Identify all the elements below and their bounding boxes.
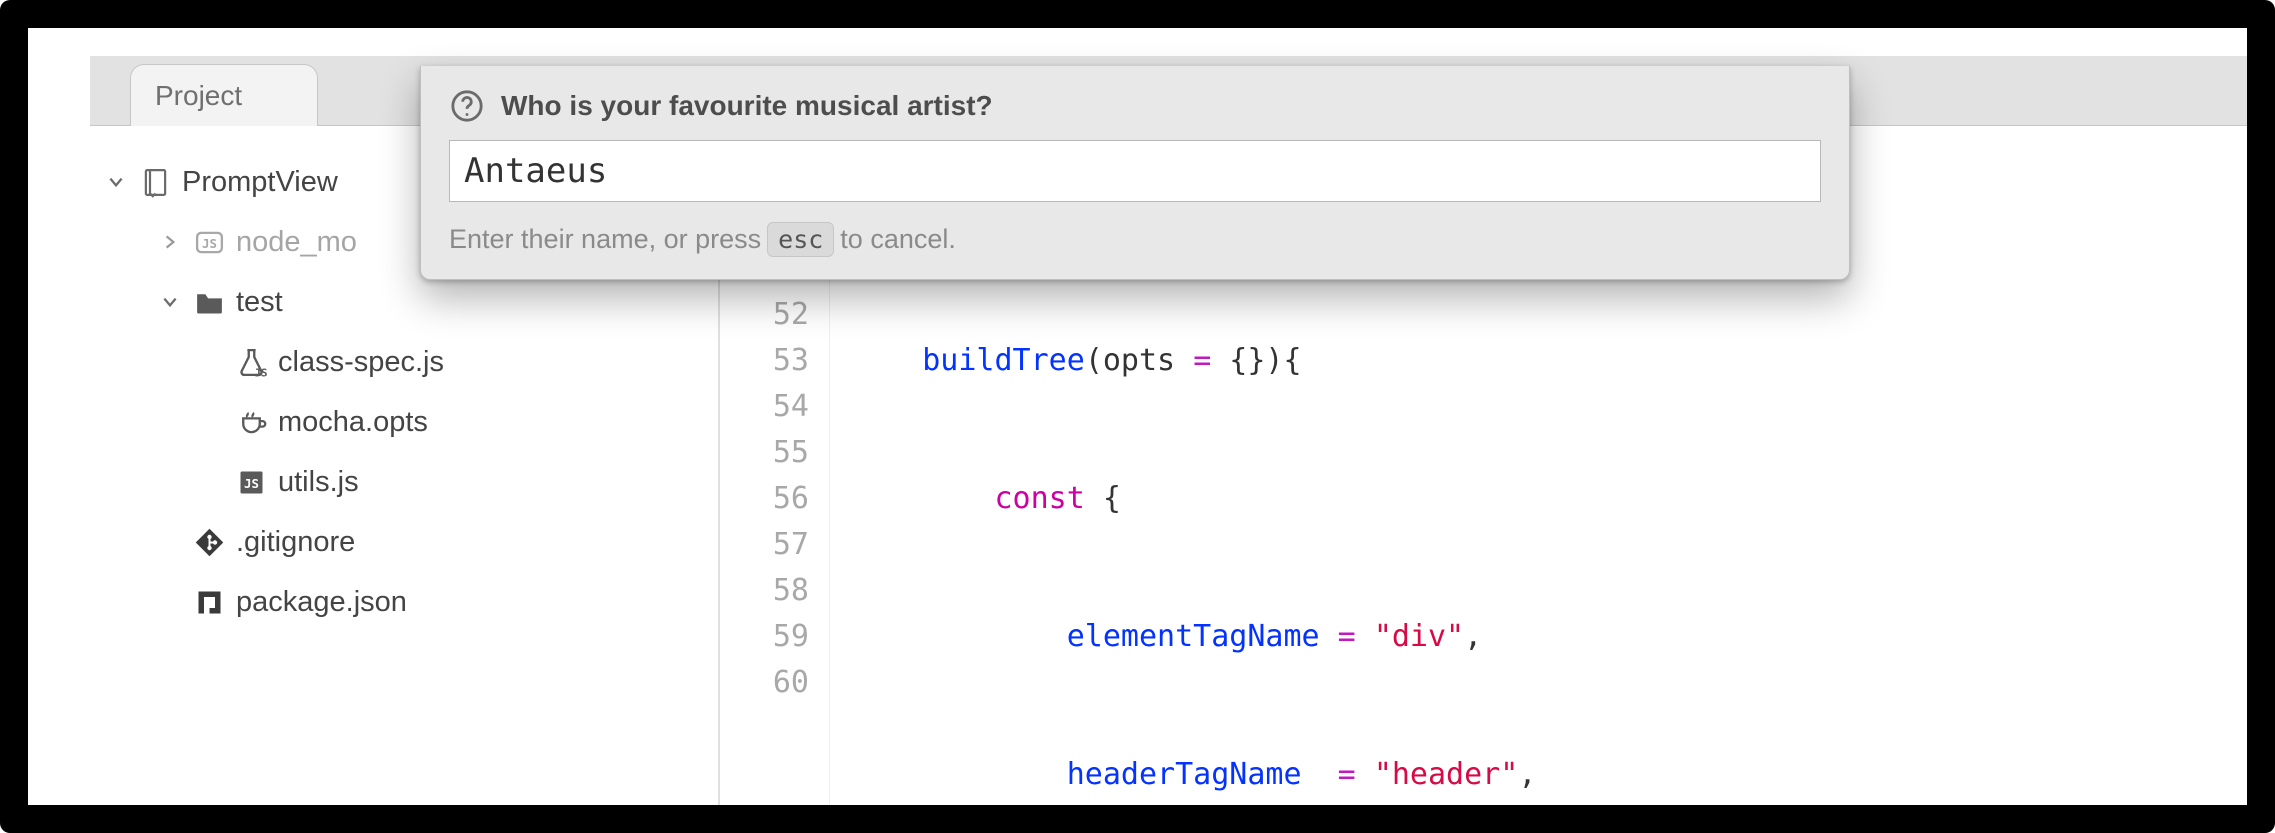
chevron-down-icon — [104, 170, 128, 194]
code-line: const { — [850, 476, 2042, 522]
svg-text:JS: JS — [244, 477, 259, 491]
tree-row-mocha-opts[interactable]: mocha.opts — [90, 392, 718, 452]
code-line: headerTagName = "header", — [850, 752, 2042, 798]
tab-project[interactable]: Project — [130, 64, 318, 126]
tab-label: Project — [155, 80, 242, 112]
line-number: 54 — [720, 384, 809, 430]
npm-icon — [192, 585, 226, 619]
line-number: 56 — [720, 476, 809, 522]
line-number: 53 — [720, 338, 809, 384]
tree-row-test[interactable]: test — [90, 272, 718, 332]
folder-icon — [192, 285, 226, 319]
line-number: 58 — [720, 568, 809, 614]
tree-row-class-spec[interactable]: JS class-spec.js — [90, 332, 718, 392]
chevron-right-icon — [158, 230, 182, 254]
git-icon — [192, 525, 226, 559]
tree-label: mocha.opts — [278, 406, 428, 439]
code-line: buildTree(opts = {}){ — [850, 338, 2042, 384]
tree-row-gitignore[interactable]: .gitignore — [90, 512, 718, 572]
svg-text:JS: JS — [202, 237, 217, 251]
line-number: 59 — [720, 614, 809, 660]
chevron-down-icon — [158, 290, 182, 314]
tree-label: class-spec.js — [278, 346, 444, 379]
key-esc: esc — [767, 222, 834, 257]
tree-label: PromptView — [182, 166, 338, 199]
code-line: elementTagName = "div", — [850, 614, 2042, 660]
dialog-hint: Enter their name, or press esc to cancel… — [449, 222, 1821, 257]
tree-label: utils.js — [278, 466, 359, 499]
test-js-icon: JS — [234, 345, 268, 379]
line-number: 60 — [720, 660, 809, 706]
tree-label: package.json — [236, 586, 407, 619]
tree-label: .gitignore — [236, 526, 355, 559]
tree-row-package-json[interactable]: package.json — [90, 572, 718, 632]
prompt-input[interactable] — [449, 140, 1821, 202]
line-number: 57 — [720, 522, 809, 568]
js-file-icon: JS — [234, 465, 268, 499]
tree-label: test — [236, 286, 283, 319]
line-number: 55 — [720, 430, 809, 476]
svg-text:JS: JS — [254, 366, 267, 379]
tree-row-utils[interactable]: JS utils.js — [90, 452, 718, 512]
repo-icon — [138, 165, 172, 199]
hint-text-post: to cancel. — [840, 224, 956, 255]
mocha-icon — [234, 405, 268, 439]
question-icon — [449, 88, 485, 124]
tree-label: node_mo — [236, 226, 357, 259]
hint-text-pre: Enter their name, or press — [449, 224, 761, 255]
prompt-dialog: Who is your favourite musical artist? En… — [420, 66, 1850, 280]
line-number: 52 — [720, 292, 809, 338]
js-folder-icon: JS — [192, 225, 226, 259]
dialog-title: Who is your favourite musical artist? — [501, 90, 993, 122]
